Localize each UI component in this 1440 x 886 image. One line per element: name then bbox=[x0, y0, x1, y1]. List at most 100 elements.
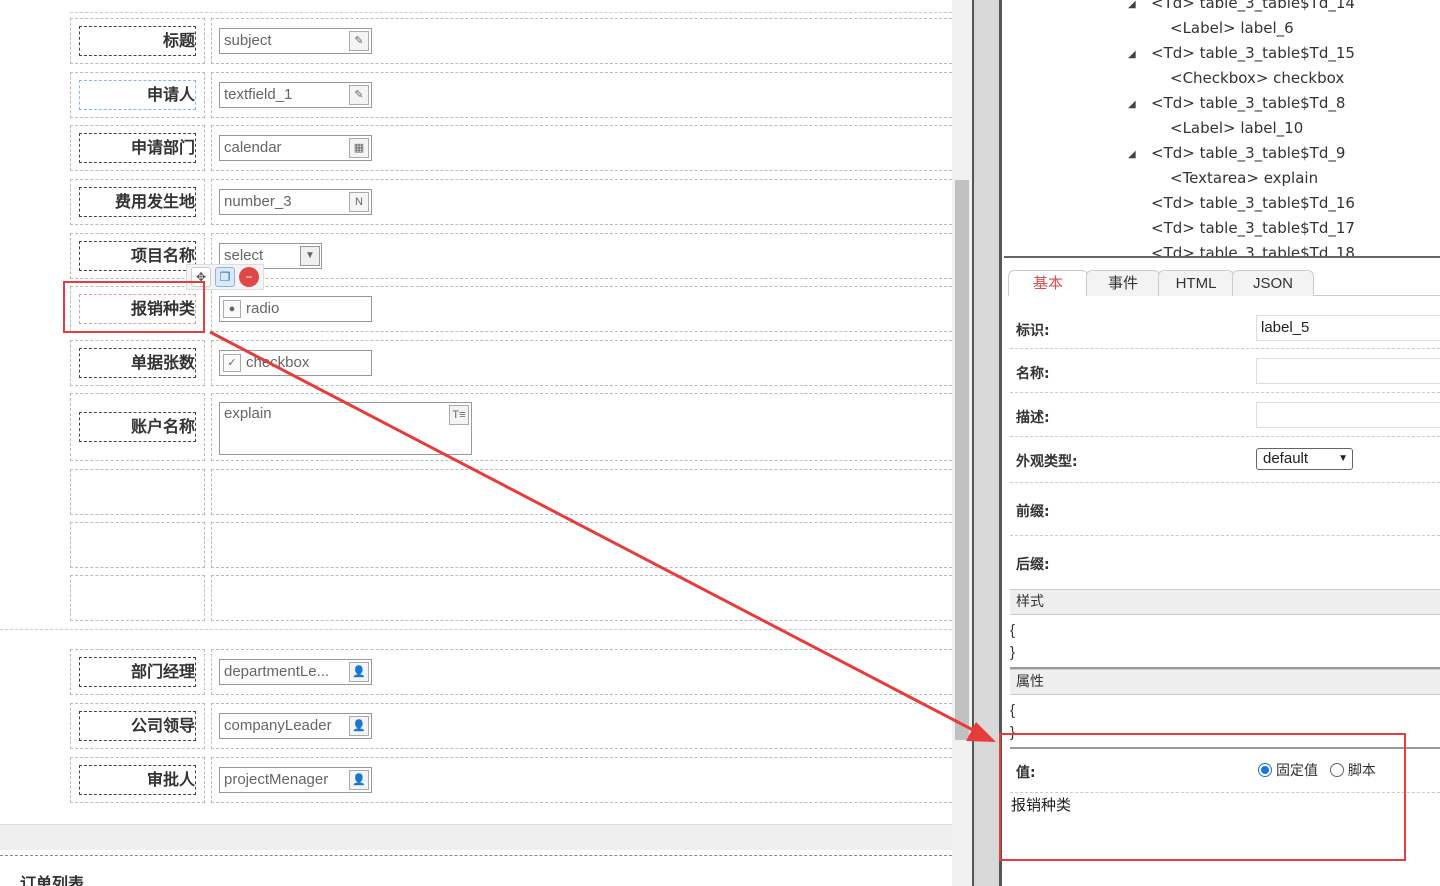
label-cell[interactable]: 申请部门 bbox=[70, 125, 205, 171]
value-cell[interactable]: number_3 N bbox=[211, 179, 952, 225]
copy-icon[interactable]: ❐ bbox=[215, 267, 235, 287]
label-cell[interactable]: 标题 bbox=[70, 18, 205, 64]
label-cell[interactable]: 费用发生地 bbox=[70, 179, 205, 225]
tree-expand-icon[interactable]: ◢ bbox=[1128, 149, 1136, 160]
value-cell[interactable]: subject ✎ bbox=[211, 18, 952, 64]
section-title: 订单列表 bbox=[20, 874, 85, 886]
empty-row bbox=[70, 575, 952, 621]
form-label[interactable]: 单据张数 bbox=[79, 348, 196, 378]
section-divider bbox=[0, 629, 952, 630]
label-cell[interactable]: 账户名称 bbox=[70, 393, 205, 461]
scrollbar-thumb[interactable] bbox=[955, 180, 969, 740]
textarea-field[interactable]: explain T≡ bbox=[219, 402, 472, 455]
attr-header: 属性 bbox=[1010, 669, 1440, 695]
value-cell[interactable]: calendar ▦ bbox=[211, 125, 952, 171]
empty-row bbox=[70, 522, 952, 568]
form-label[interactable]: 项目名称 bbox=[79, 241, 196, 271]
label-cell[interactable]: 审批人 bbox=[70, 757, 205, 803]
label-cell[interactable] bbox=[70, 575, 205, 621]
label-cell[interactable]: 申请人 bbox=[70, 72, 205, 118]
desc-input[interactable] bbox=[1256, 402, 1440, 428]
label-cell[interactable]: 公司领导 bbox=[70, 703, 205, 749]
form-row-department: 申请部门 calendar ▦ bbox=[70, 125, 952, 171]
tree-expand-icon[interactable]: ◢ bbox=[1128, 99, 1136, 110]
appearance-select[interactable]: default ▼ bbox=[1256, 448, 1353, 470]
name-input[interactable] bbox=[1256, 358, 1440, 384]
tree-expand-icon[interactable]: ◢ bbox=[1128, 49, 1136, 60]
field-name: select bbox=[224, 247, 264, 264]
form-row-doc-count: 单据张数 ✓ checkbox bbox=[70, 340, 952, 386]
form-label[interactable]: 审批人 bbox=[79, 765, 196, 795]
checkbox-field[interactable]: ✓ checkbox bbox=[219, 350, 372, 376]
value-cell[interactable]: explain T≡ bbox=[211, 393, 952, 461]
field-name: checkbox bbox=[246, 354, 310, 371]
textfield-field[interactable]: textfield_1 ✎ bbox=[219, 82, 372, 108]
panel-splitter[interactable] bbox=[972, 0, 1002, 886]
vertical-scrollbar[interactable] bbox=[952, 0, 972, 886]
component-tree: ◢ <Td> table_3_table$Td_14 <Label> label_6… bbox=[1004, 0, 1440, 258]
form-label[interactable]: 申请部门 bbox=[79, 133, 196, 163]
form-label[interactable]: 公司领导 bbox=[79, 711, 196, 741]
form-label[interactable]: 费用发生地 bbox=[79, 187, 196, 217]
value-cell[interactable] bbox=[211, 522, 952, 568]
form-label[interactable]: 账户名称 bbox=[79, 412, 196, 442]
value-cell[interactable] bbox=[211, 575, 952, 621]
tree-node[interactable]: <Td> table_3_table$Td_9 bbox=[1151, 144, 1345, 162]
form-row-approver: 审批人 projectMenager 👤 bbox=[70, 757, 952, 803]
style-open-brace[interactable]: { bbox=[1010, 622, 1015, 639]
section-bar bbox=[0, 824, 952, 850]
form-row-subject: 标题 subject ✎ bbox=[70, 18, 952, 64]
style-close-brace[interactable]: } bbox=[1010, 644, 1015, 661]
tab-events[interactable]: 事件 bbox=[1086, 270, 1160, 296]
value-cell[interactable]: ● radio bbox=[211, 286, 952, 332]
tree-node[interactable]: <Checkbox> checkbox bbox=[1170, 69, 1344, 87]
id-input[interactable]: label_5 bbox=[1256, 315, 1440, 341]
user-field[interactable]: companyLeader 👤 bbox=[219, 713, 372, 739]
tree-node[interactable]: <Label> label_6 bbox=[1170, 19, 1294, 37]
field-name: subject bbox=[224, 32, 272, 49]
subject-field[interactable]: subject ✎ bbox=[219, 28, 372, 54]
number-field[interactable]: number_3 N bbox=[219, 189, 372, 215]
style-header: 样式 bbox=[1010, 589, 1440, 615]
label-cell[interactable]: 部门经理 bbox=[70, 649, 205, 695]
form-label[interactable]: 标题 bbox=[79, 26, 196, 56]
field-name: textfield_1 bbox=[224, 86, 293, 103]
tree-expand-icon[interactable]: ◢ bbox=[1128, 0, 1136, 10]
value-cell[interactable]: departmentLe... 👤 bbox=[211, 649, 952, 695]
form-label[interactable]: 部门经理 bbox=[79, 657, 196, 687]
value-cell[interactable]: textfield_1 ✎ bbox=[211, 72, 952, 118]
tree-node[interactable]: <Textarea> explain bbox=[1170, 169, 1318, 187]
label-cell[interactable]: 项目名称 bbox=[70, 233, 205, 279]
value-cell[interactable]: select ▼ bbox=[211, 233, 952, 279]
label-cell[interactable] bbox=[70, 469, 205, 515]
user-icon: 👤 bbox=[349, 662, 369, 682]
form-label[interactable]: 申请人 bbox=[79, 80, 196, 110]
value-cell[interactable]: companyLeader 👤 bbox=[211, 703, 952, 749]
tree-node[interactable]: <Td> table_3_table$Td_16 bbox=[1151, 194, 1355, 212]
chevron-down-icon[interactable]: ▼ bbox=[300, 246, 320, 266]
label-cell[interactable]: 单据张数 bbox=[70, 340, 205, 386]
calendar-field[interactable]: calendar ▦ bbox=[219, 135, 372, 161]
tab-html[interactable]: HTML bbox=[1158, 270, 1234, 296]
prop-row-id: 标识: label_5 bbox=[1010, 306, 1440, 349]
tree-node[interactable]: <Td> table_3_table$Td_17 bbox=[1151, 219, 1355, 237]
label-cell[interactable] bbox=[70, 522, 205, 568]
prop-label: 标识: bbox=[1016, 323, 1050, 339]
tree-node[interactable]: <Td> table_3_table$Td_15 bbox=[1151, 44, 1355, 62]
radio-field[interactable]: ● radio bbox=[219, 296, 372, 322]
value-cell[interactable]: ✓ checkbox bbox=[211, 340, 952, 386]
tree-node[interactable]: <Td> table_3_table$Td_14 bbox=[1151, 0, 1355, 12]
tab-basic[interactable]: 基本 bbox=[1008, 270, 1088, 296]
field-name: calendar bbox=[224, 139, 282, 156]
value-cell[interactable]: projectMenager 👤 bbox=[211, 757, 952, 803]
value-cell[interactable] bbox=[211, 469, 952, 515]
user-field[interactable]: projectMenager 👤 bbox=[219, 767, 372, 793]
tree-node[interactable]: <Td> table_3_table$Td_8 bbox=[1151, 94, 1345, 112]
user-field[interactable]: departmentLe... 👤 bbox=[219, 659, 372, 685]
tree-node[interactable]: <Label> label_10 bbox=[1170, 119, 1303, 137]
tab-json[interactable]: JSON bbox=[1232, 270, 1314, 296]
attr-open-brace[interactable]: { bbox=[1010, 702, 1015, 719]
prop-row-desc: 描述: bbox=[1010, 393, 1440, 437]
delete-icon[interactable]: − bbox=[239, 267, 259, 287]
tree-node[interactable]: <Td> table_3_table$Td_18 bbox=[1151, 244, 1355, 256]
